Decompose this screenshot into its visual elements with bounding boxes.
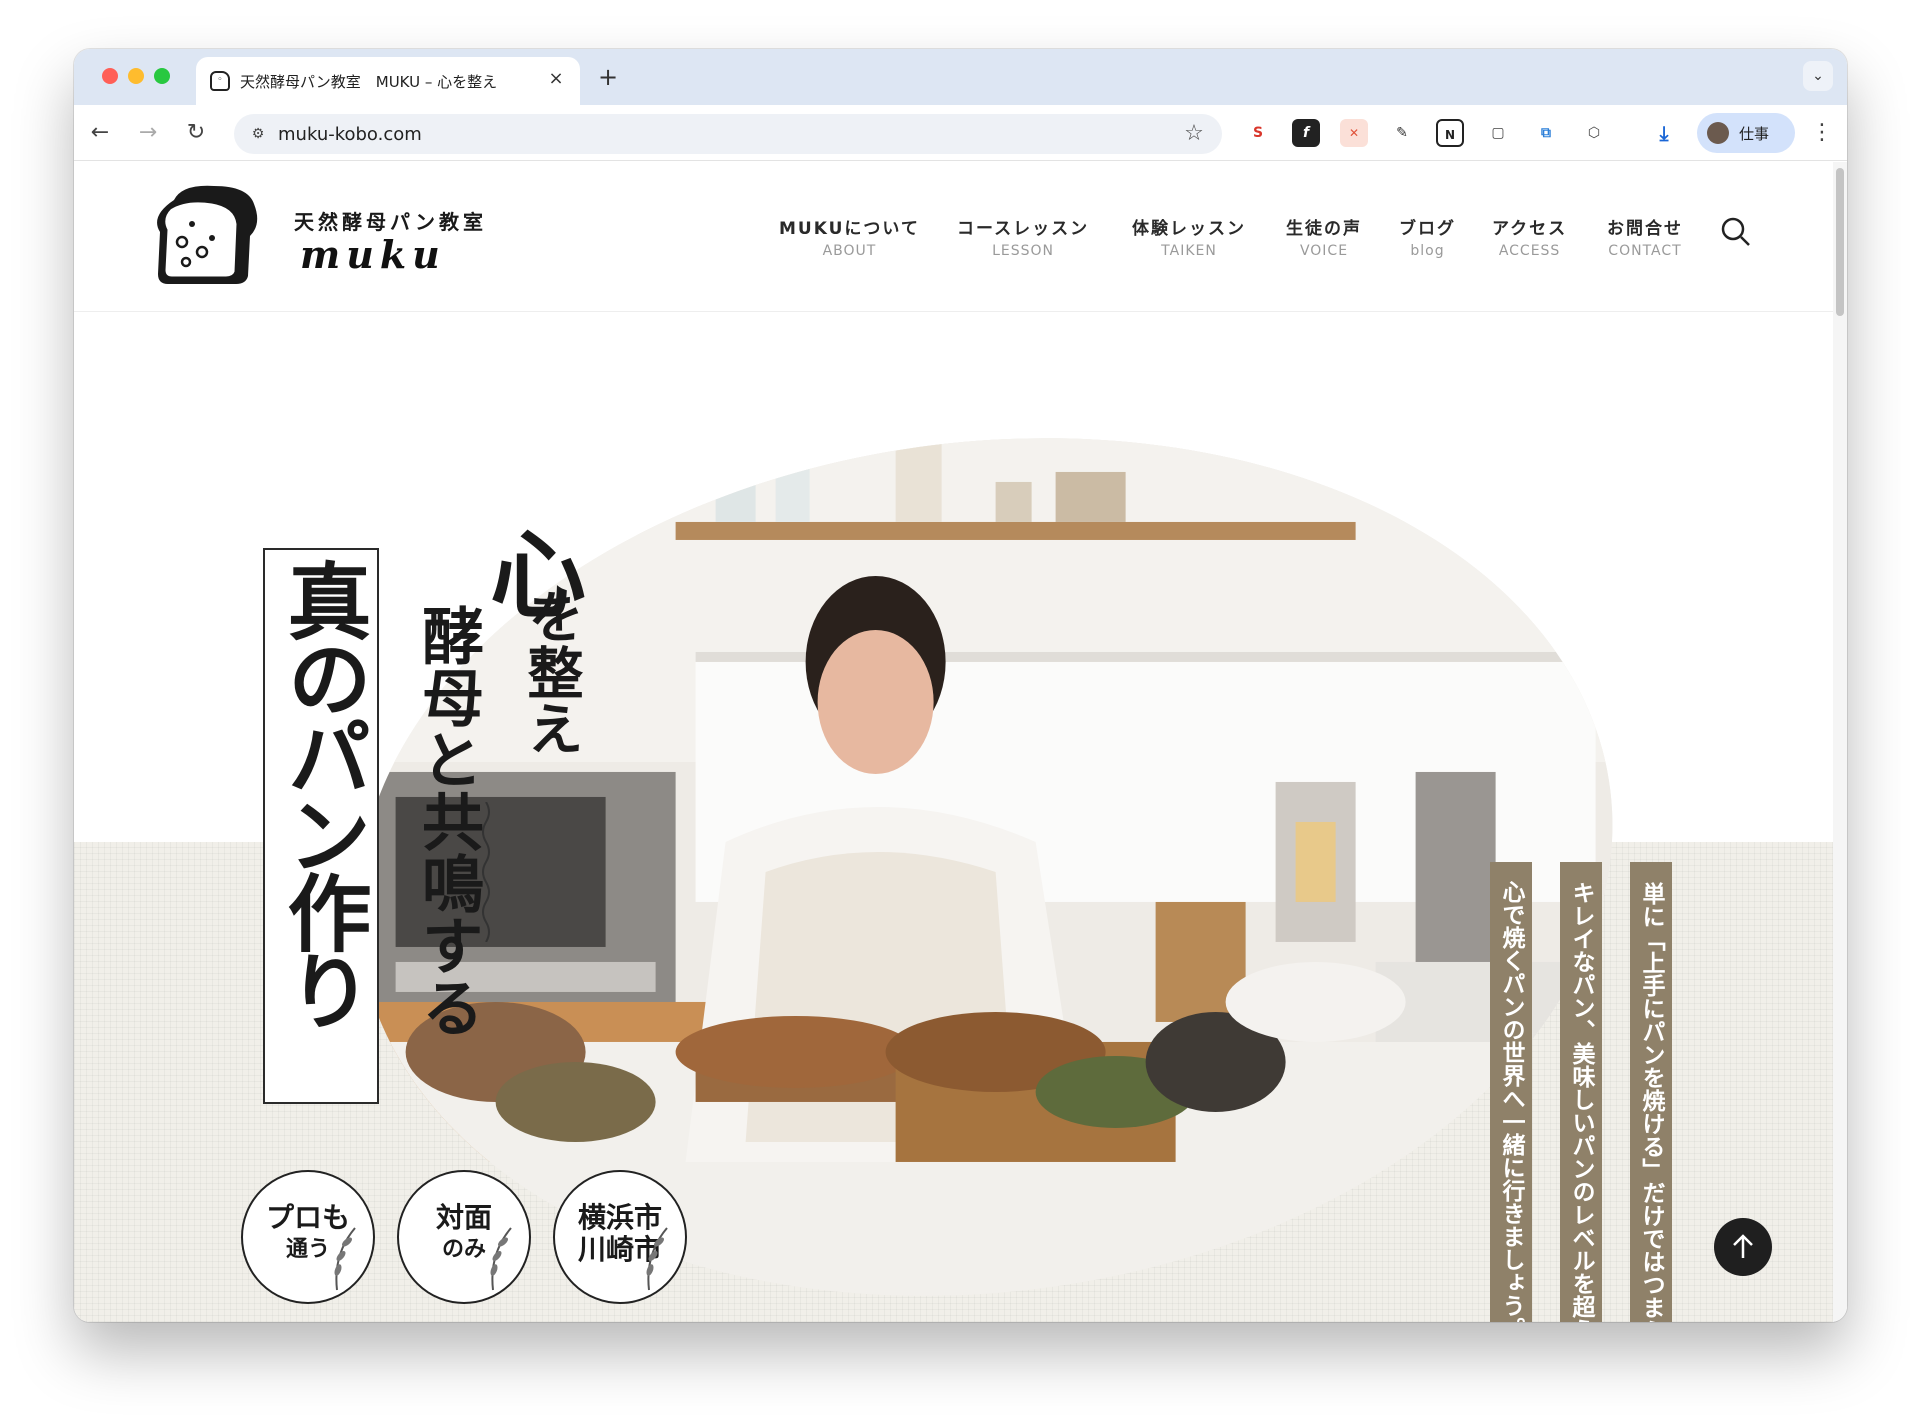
profile-chip[interactable]: 仕事 <box>1697 113 1795 153</box>
site-header: 天然酵母パン教室 muku MUKUについて ABOUT コースレッスン LES… <box>74 162 1833 312</box>
nav-blog[interactable]: ブログ blog <box>1399 214 1456 259</box>
extension-doc-icon[interactable]: ✕ <box>1340 119 1368 147</box>
download-icon[interactable]: ⤓ <box>1650 119 1678 147</box>
nav-sublabel: blog <box>1410 243 1445 259</box>
laurel-icon <box>334 1227 356 1291</box>
nav-label: アクセス <box>1492 219 1568 239</box>
screenshot-icon[interactable]: ▢ <box>1484 119 1512 147</box>
main-copy: 真のパン作り <box>274 558 373 1026</box>
page-scrollbar[interactable] <box>1833 162 1847 1322</box>
nav-sublabel: VOICE <box>1299 243 1349 259</box>
nav-label: MUKUについて <box>779 219 920 239</box>
logo-title[interactable]: 天然酵母パン教室 <box>294 206 487 235</box>
address-bar[interactable]: ⚙ muku-kobo.com ☆ <box>234 114 1222 154</box>
nav-sublabel: TAIKEN <box>1161 243 1217 259</box>
badge-area: 横浜市 川崎市 <box>553 1170 687 1304</box>
avatar <box>1707 122 1729 144</box>
nav-label: ブログ <box>1399 219 1456 239</box>
browser-menu-icon[interactable]: ⋮ <box>1811 119 1833 147</box>
nav-taiken[interactable]: 体験レッスン TAIKEN <box>1132 214 1246 259</box>
close-window-button[interactable] <box>102 68 118 84</box>
laurel-icon <box>490 1227 512 1291</box>
forward-arrow-icon[interactable]: → <box>134 119 162 147</box>
sub-copy-line2: 酵母と共鳴する <box>411 604 484 1038</box>
tab-strip: ◦ 天然酵母パン教室 MUKU – 心を整え × + ⌄ <box>74 49 1847 105</box>
nav-sublabel: ABOUT <box>822 243 877 259</box>
eyedropper-icon[interactable]: ✎ <box>1388 119 1416 147</box>
scrollbar-thumb[interactable] <box>1836 168 1844 316</box>
tab-title: 天然酵母パン教室 MUKU – 心を整え <box>240 73 498 91</box>
nav-voice[interactable]: 生徒の声 VOICE <box>1286 214 1362 259</box>
main-copy-box: 真のパン作り <box>263 548 379 1104</box>
capture-icon[interactable]: ⧉ <box>1532 119 1560 147</box>
site-info-icon[interactable]: ⚙ <box>248 124 268 144</box>
site-favicon-icon: ◦ <box>210 71 230 91</box>
browser-tab-active[interactable]: ◦ 天然酵母パン教室 MUKU – 心を整え × <box>196 57 580 105</box>
notion-icon[interactable]: N <box>1436 119 1464 147</box>
nav-lesson[interactable]: コースレッスン LESSON <box>957 214 1089 259</box>
reload-icon[interactable]: ↻ <box>182 119 210 147</box>
extension-f-icon[interactable]: f <box>1292 119 1320 147</box>
badge-pro: プロも 通う <box>241 1170 375 1304</box>
search-icon[interactable] <box>1720 216 1752 248</box>
logo-wordmark[interactable]: muku <box>300 232 446 277</box>
nav-label: 生徒の声 <box>1286 219 1362 239</box>
nav-about[interactable]: MUKUについて ABOUT <box>779 214 920 259</box>
nav-access[interactable]: アクセス ACCESS <box>1492 214 1567 259</box>
vertical-tag-2: キレイなパン、美味しいパンのレベルを超えた、 <box>1560 862 1602 1322</box>
sub-copy-line1: を整え <box>518 588 583 756</box>
profile-label: 仕事 <box>1739 125 1770 143</box>
extension-s-icon[interactable]: S <box>1244 119 1272 147</box>
nav-sublabel: LESSON <box>992 243 1055 259</box>
bookmark-star-icon[interactable]: ☆ <box>1182 122 1206 146</box>
nav-sublabel: ACCESS <box>1498 243 1561 259</box>
nav-contact[interactable]: お問合せ CONTACT <box>1607 214 1683 259</box>
tab-search-chevron-icon[interactable]: ⌄ <box>1803 61 1833 91</box>
wave-decoration <box>482 802 490 942</box>
bread-logo-icon[interactable] <box>152 180 262 288</box>
laurel-icon <box>646 1227 668 1291</box>
badge-face-to-face: 対面 のみ <box>397 1170 531 1304</box>
vertical-tag-3: 単に「上手にパンを焼ける」だけではつまらない。 <box>1630 862 1672 1322</box>
url-text[interactable]: muku-kobo.com <box>278 124 422 145</box>
new-tab-button[interactable]: + <box>594 63 622 91</box>
tab-close-icon[interactable]: × <box>544 67 568 91</box>
back-to-top-button[interactable] <box>1714 1218 1772 1276</box>
nav-label: コースレッスン <box>957 219 1090 239</box>
minimize-window-button[interactable] <box>128 68 144 84</box>
nav-sublabel: CONTACT <box>1608 243 1682 259</box>
extensions-puzzle-icon[interactable]: ⬡ <box>1580 119 1608 147</box>
nav-label: お問合せ <box>1607 219 1683 239</box>
browser-toolbar: ← → ↻ ⚙ muku-kobo.com ☆ S f ✕ ✎ N ▢ ⧉ ⬡ … <box>74 105 1847 161</box>
back-arrow-icon[interactable]: ← <box>86 119 114 147</box>
arrow-up-icon <box>1733 1234 1753 1258</box>
nav-label: 体験レッスン <box>1132 219 1246 239</box>
page-viewport: 真のパン作り 心 を整え 酵母と共鳴する 心で焼くパンの世界へ一緒に行きましょう… <box>74 162 1847 1322</box>
browser-window: ◦ 天然酵母パン教室 MUKU – 心を整え × + ⌄ ← → ↻ ⚙ muk… <box>74 49 1847 1322</box>
vertical-tag-1: 心で焼くパンの世界へ一緒に行きましょう。 <box>1490 862 1532 1322</box>
maximize-window-button[interactable] <box>154 68 170 84</box>
hero-section: 真のパン作り 心 を整え 酵母と共鳴する 心で焼くパンの世界へ一緒に行きましょう… <box>74 312 1833 1322</box>
